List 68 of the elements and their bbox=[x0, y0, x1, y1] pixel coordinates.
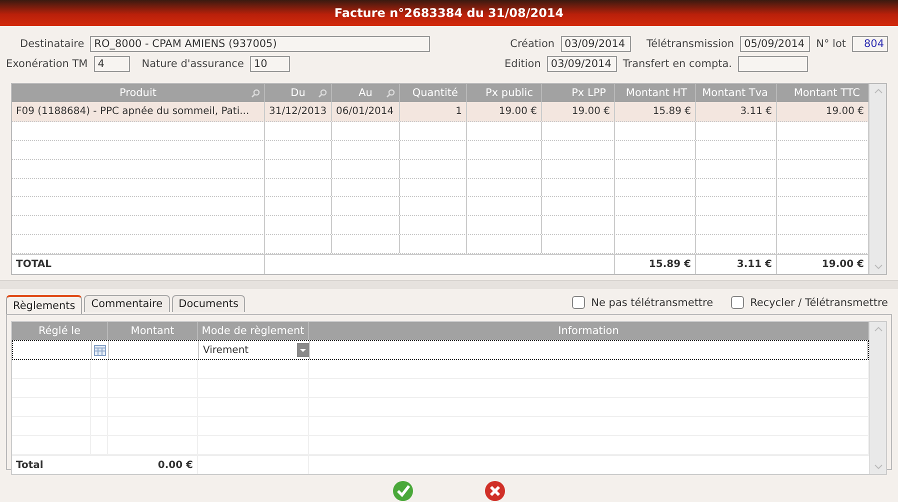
scrollbar[interactable] bbox=[869, 84, 886, 274]
input-field[interactable] bbox=[738, 56, 808, 72]
field-label: Télétransmission bbox=[646, 38, 734, 50]
table-cell: 19.00 € bbox=[498, 106, 537, 118]
input-field[interactable]: RO_8000 - CPAM AMIENS (937005) bbox=[90, 36, 430, 52]
total-label: TOTAL bbox=[16, 258, 52, 270]
tab[interactable]: Documents bbox=[172, 295, 246, 312]
column-header[interactable]: Montant Tva bbox=[696, 84, 777, 102]
column-header[interactable]: Montant TTC bbox=[777, 84, 869, 102]
total-value: 19.00 € bbox=[822, 258, 864, 270]
search-icon[interactable] bbox=[251, 88, 260, 98]
column-header[interactable]: Montant HT bbox=[615, 84, 696, 102]
total-label: Total bbox=[16, 460, 44, 470]
field-label: Transfert en compta. bbox=[622, 58, 732, 70]
dropdown-icon[interactable] bbox=[297, 343, 309, 357]
column-header[interactable]: Du bbox=[265, 84, 332, 102]
field-label: N° lot bbox=[816, 38, 846, 50]
input-field[interactable]: 03/09/2014 bbox=[560, 36, 631, 52]
search-icon[interactable] bbox=[386, 88, 395, 98]
table-cell: 1 bbox=[456, 106, 462, 118]
column-header[interactable]: Montant bbox=[108, 322, 198, 340]
total-value: 0.00 € bbox=[158, 460, 193, 470]
column-header[interactable]: Px LPP bbox=[542, 84, 615, 102]
table-cell: 15.89 € bbox=[652, 106, 691, 118]
input-field[interactable]: 05/09/2014 bbox=[740, 36, 810, 52]
table-cell: 06/01/2014 bbox=[336, 106, 394, 118]
column-header[interactable]: Mode de règlement bbox=[198, 322, 309, 340]
window-title: Facture n°2683384 du 31/08/2014 bbox=[0, 0, 898, 26]
column-header[interactable]: Px public bbox=[467, 84, 542, 102]
column-header[interactable]: Produit bbox=[12, 84, 265, 102]
scroll-up-icon[interactable] bbox=[874, 326, 882, 332]
cancel-button[interactable] bbox=[484, 480, 506, 502]
column-header[interactable]: Au bbox=[332, 84, 400, 102]
table-cell: 19.00 € bbox=[572, 106, 610, 118]
field-label: Destinataire bbox=[20, 38, 84, 50]
confirm-button[interactable] bbox=[392, 480, 414, 502]
input-field[interactable]: 804 bbox=[852, 36, 888, 52]
splitter[interactable] bbox=[0, 280, 898, 290]
input-field[interactable]: 10 bbox=[250, 56, 290, 72]
input-field[interactable]: 03/09/2014 bbox=[546, 56, 617, 72]
scroll-down-icon[interactable] bbox=[874, 264, 882, 270]
field-label: Nature d'assurance bbox=[142, 58, 244, 70]
field-label: Création bbox=[510, 38, 555, 50]
checkbox-label: Ne pas télétransmettre bbox=[591, 296, 714, 308]
checkbox-label: Recycler / Télétransmettre bbox=[750, 296, 888, 308]
search-icon[interactable] bbox=[318, 88, 327, 98]
table-cell: 3.11 € bbox=[740, 106, 772, 118]
column-header[interactable]: Réglé le bbox=[12, 322, 108, 340]
tab[interactable]: Règlements bbox=[6, 295, 82, 314]
checkbox[interactable] bbox=[572, 296, 586, 309]
column-header[interactable]: Information bbox=[309, 322, 869, 340]
checkbox[interactable] bbox=[731, 296, 744, 309]
table-row[interactable]: F09 (1188684) - PPC apnée du sommeil, Pati... 31/12/2013 06/01/2014 1 19.00 € 19.00 € 15.89 € 3.11 € 19.00 € bbox=[12, 102, 869, 122]
table-cell: 19.00 € bbox=[826, 106, 864, 118]
table-cell: F09 (1188684) - PPC apnée du sommeil, Pati... bbox=[16, 106, 250, 118]
scrollbar[interactable] bbox=[869, 322, 886, 474]
table-cell: Virement bbox=[203, 344, 249, 356]
tab[interactable]: Commentaire bbox=[84, 295, 170, 312]
input-field[interactable]: 4 bbox=[94, 56, 130, 72]
field-label: Exonération TM bbox=[6, 58, 88, 70]
total-value: 15.89 € bbox=[648, 258, 691, 270]
calendar-icon[interactable] bbox=[94, 344, 106, 356]
total-value: 3.11 € bbox=[736, 258, 772, 270]
column-header[interactable]: Quantité bbox=[400, 84, 467, 102]
scroll-down-icon[interactable] bbox=[874, 464, 882, 470]
scroll-up-icon[interactable] bbox=[874, 88, 882, 94]
table-cell: 31/12/2013 bbox=[269, 106, 327, 118]
field-label: Edition bbox=[504, 58, 541, 70]
